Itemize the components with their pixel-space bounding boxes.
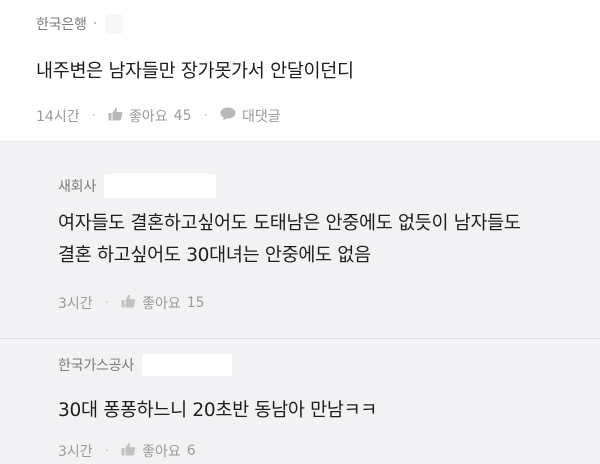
like-count: 45 — [173, 108, 192, 124]
comment-text: 내주변은 남자들만 장가못가서 안달이던디 — [36, 61, 354, 82]
comment-author-row: 새회사 — [58, 174, 600, 198]
reply-button[interactable]: 대댓글 — [220, 106, 281, 126]
separator-dot: · — [92, 16, 98, 32]
comment: 한국은행 · 내주변은 남자들만 장가못가서 안달이던디 14시간 · 좋아요 … — [0, 0, 600, 142]
comment-author[interactable]: 한국은행 — [36, 14, 87, 34]
like-button[interactable]: 좋아요 15 — [121, 293, 205, 313]
comment-text: 30대 퐁퐁하느니 20초반 동남아 만남ㅋㅋ — [58, 400, 378, 421]
redacted-username — [105, 14, 124, 34]
comment-text-line: 여자들도 결혼하고싶어도 도태남은 안중에도 없듯이 남자들도 — [58, 213, 521, 234]
separator-dot: · — [104, 295, 110, 311]
separator-dot: · — [203, 108, 208, 124]
like-count: 15 — [186, 295, 205, 311]
reply-label: 대댓글 — [241, 109, 281, 125]
reply-comment: 새회사 여자들도 결혼하고싶어도 도태남은 안중에도 없듯이 남자들도 결혼 하… — [0, 142, 600, 338]
comment-author[interactable]: 새회사 — [58, 176, 96, 196]
redacted-username — [104, 174, 217, 198]
comment-meta: 3시간 · 좋아요 6 — [58, 441, 600, 461]
like-count: 6 — [186, 443, 196, 459]
comment-meta: 3시간 · 좋아요 15 — [58, 293, 600, 313]
thumbs-up-icon — [108, 107, 123, 125]
like-button[interactable]: 좋아요 6 — [121, 441, 196, 461]
comment-text-line: 결혼 하고싶어도 30대녀는 안중에도 없음 — [58, 245, 371, 266]
comment-author-row: 한국은행 · — [36, 12, 600, 36]
comment-time: 3시간 — [58, 296, 93, 312]
comment-time: 3시간 — [58, 444, 93, 460]
redacted-username — [142, 354, 233, 376]
like-label: 좋아요 — [142, 444, 181, 460]
thumbs-up-icon — [121, 442, 136, 460]
like-button[interactable]: 좋아요 45 — [108, 106, 192, 126]
like-label: 좋아요 — [142, 296, 181, 312]
comment-author[interactable]: 한국가스공사 — [58, 355, 134, 375]
comment-thread: 한국은행 · 내주변은 남자들만 장가못가서 안달이던디 14시간 · 좋아요 … — [0, 0, 600, 464]
speech-bubble-icon — [220, 107, 236, 125]
comment-text: 여자들도 결혼하고싶어도 도태남은 안중에도 없듯이 남자들도 결혼 하고싶어도… — [58, 208, 600, 272]
comment-meta: 14시간 · 좋아요 45 · 대댓글 — [36, 106, 600, 126]
separator-dot: · — [104, 443, 110, 459]
comment-author-row: 한국가스공사 — [58, 353, 600, 377]
separator-dot: · — [91, 108, 97, 124]
reply-comment: 한국가스공사 30대 퐁퐁하느니 20초반 동남아 만남ㅋㅋ 3시간 · 좋아요… — [0, 338, 600, 464]
comment-time: 14시간 — [36, 109, 80, 125]
like-label: 좋아요 — [129, 109, 168, 125]
thumbs-up-icon — [121, 294, 136, 312]
